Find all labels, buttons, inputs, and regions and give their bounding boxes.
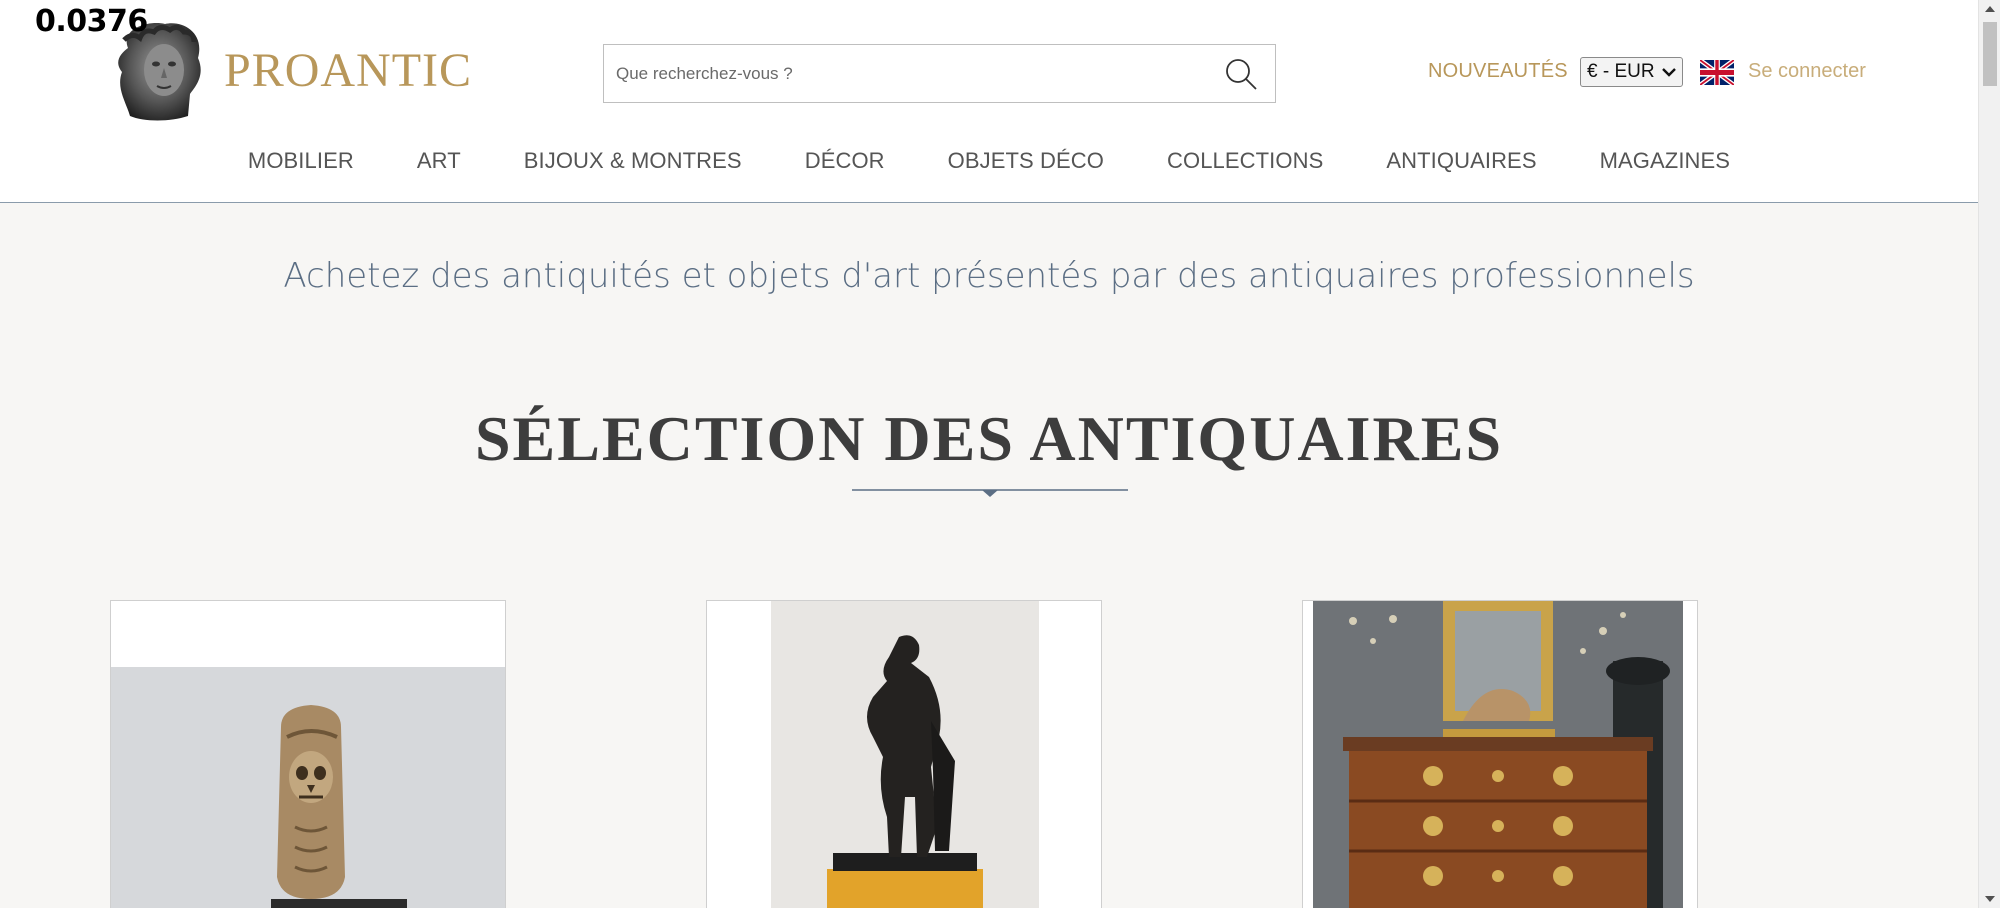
main-nav: MOBILIER ART BIJOUX & MONTRES DÉCOR OBJE… [0,148,1978,174]
nav-item-antiquaires[interactable]: ANTIQUAIRES [1386,148,1536,174]
scroll-down-arrow-icon[interactable] [1979,890,2000,908]
currency-value: € - EUR [1587,61,1655,82]
nav-item-mobilier[interactable]: MOBILIER [248,148,354,174]
section-title: SÉLECTION DES ANTIQUAIRES [474,403,1504,474]
page: 0.0376 PROANTIC Que recherchez-vous ? NO… [0,0,2000,908]
search-input[interactable] [604,45,1221,102]
product-image-carved-skull [111,667,505,908]
search-icon[interactable] [1221,54,1261,94]
site-header: PROANTIC NOUVEAUTÉS € - EUR [0,0,1978,203]
product-image-commode [1313,601,1683,908]
tagline: Achetez des antiquités et objets d'art p… [283,256,1695,296]
nav-item-magazines[interactable]: MAGAZINES [1600,148,1730,174]
page-scrollbar[interactable] [1978,0,2000,908]
nav-item-bijoux-montres[interactable]: BIJOUX & MONTRES [524,148,742,174]
brand-name: PROANTIC [224,43,473,97]
title-divider [852,489,1128,497]
logo-link[interactable]: PROANTIC [110,18,472,122]
nav-item-collections[interactable]: COLLECTIONS [1167,148,1323,174]
product-card[interactable] [706,600,1102,908]
scroll-up-arrow-icon[interactable] [1979,0,2000,18]
nouveautes-link[interactable]: NOUVEAUTÉS [1428,60,1568,83]
nav-item-art[interactable]: ART [417,148,461,174]
product-card[interactable] [1302,600,1698,908]
overlay-counter: 0.0376 [35,4,148,39]
product-image-bronze-hercules [771,601,1039,908]
uk-flag-icon[interactable] [1700,60,1734,85]
nav-item-decor[interactable]: DÉCOR [805,148,885,174]
search-box [603,44,1276,103]
scroll-thumb[interactable] [1983,22,1997,86]
login-link[interactable]: Se connecter [1748,60,1866,83]
currency-select[interactable]: € - EUR [1580,57,1683,87]
nav-item-objets-deco[interactable]: OBJETS DÉCO [948,148,1104,174]
product-card[interactable] [110,600,506,908]
chevron-down-icon [1661,62,1677,88]
